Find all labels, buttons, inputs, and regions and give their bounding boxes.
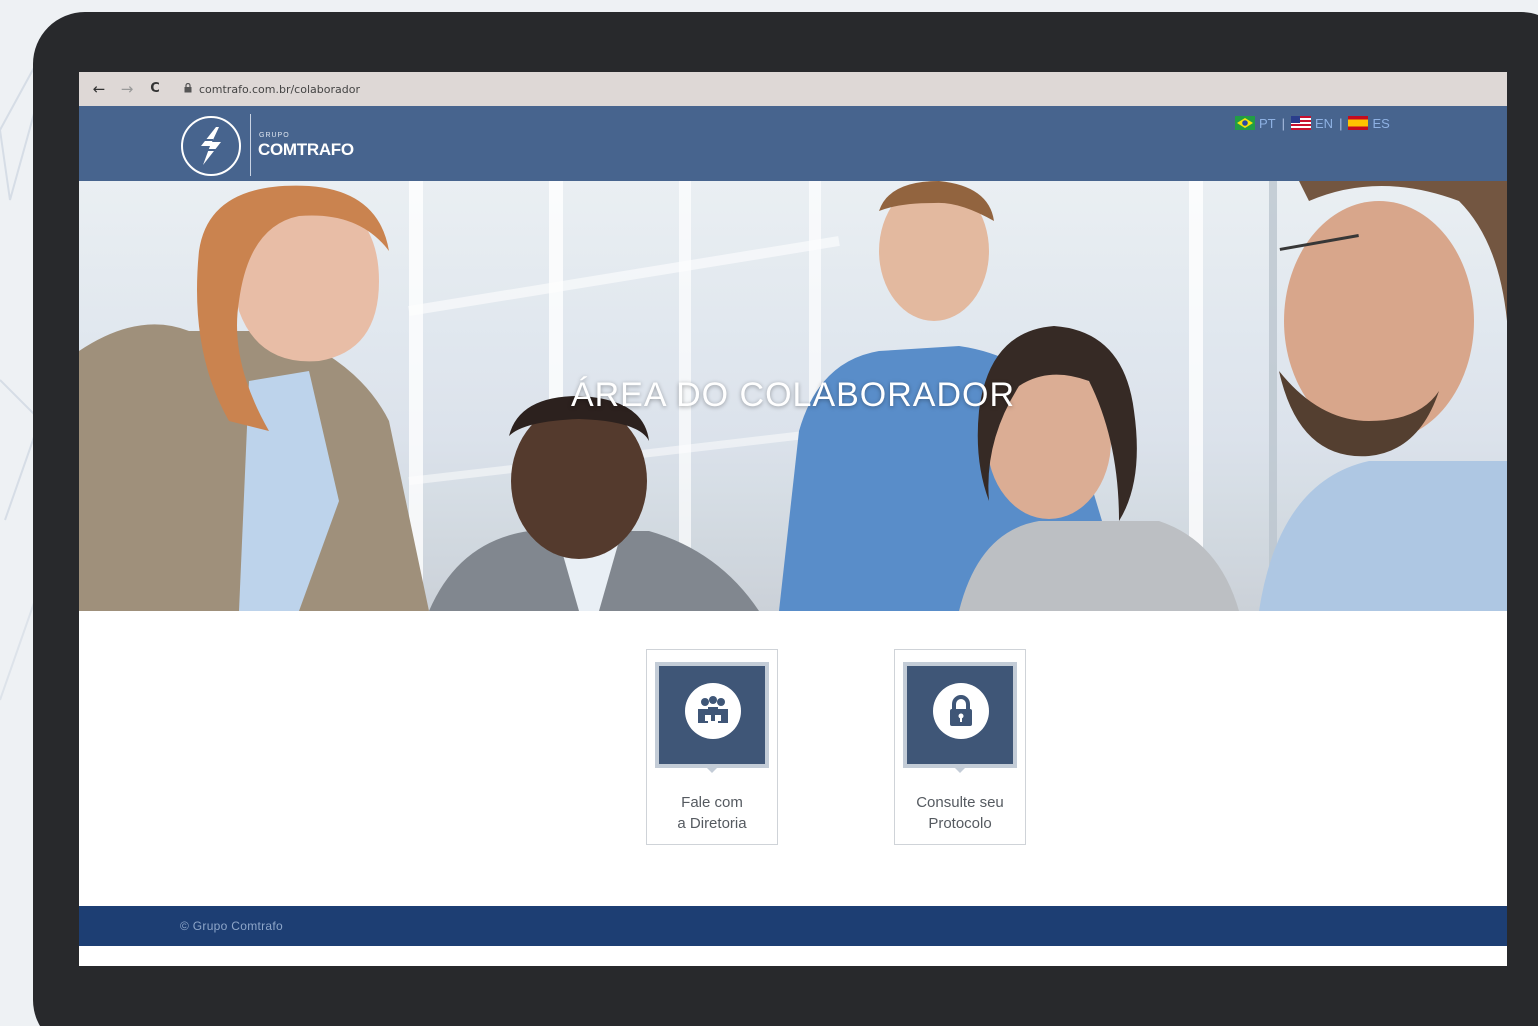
back-arrow-icon[interactable]: ← [85,72,113,106]
language-separator: | [1339,115,1343,131]
card-label: Fale com a Diretoria [647,792,777,834]
language-separator: | [1281,115,1286,131]
logo-company-name[interactable]: COMTRAFO [258,140,354,160]
card-consulte-protocolo[interactable]: Consulte seu Protocolo [894,649,1026,845]
site-footer: © Grupo Comtrafo [79,906,1507,946]
url-text: comtrafo.com.br/colaborador [199,82,360,96]
browser-toolbar: ← → C comtrafo.com.br/colaborador [79,72,1507,106]
padlock-icon [933,683,989,739]
logo-group-label: GRUPO [259,132,290,139]
card-label-line1: Consulte seu [916,794,1004,811]
site-header: GRUPO COMTRAFO PT | EN | ES [79,106,1507,181]
card-fale-com-diretoria[interactable]: Fale com a Diretoria [646,649,778,845]
language-pt[interactable]: PT [1235,116,1276,131]
lock-icon [177,82,199,96]
card-icon-box [655,662,769,768]
comtrafo-logo-icon[interactable] [181,116,241,176]
card-pointer [705,766,719,773]
language-es-label: ES [1372,115,1390,131]
forward-arrow-icon[interactable]: → [113,72,141,106]
hero-banner: ÁREA DO COLABORADOR [79,181,1507,611]
meeting-people-icon [685,683,741,739]
usa-flag-icon [1291,116,1312,130]
laptop-screen: ← → C comtrafo.com.br/colaborador GRUPO … [79,72,1507,966]
card-icon-box [903,662,1017,768]
language-switcher: PT | EN | ES [1235,114,1390,132]
card-label: Consulte seu Protocolo [895,792,1025,834]
footer-copyright: © Grupo Comtrafo [180,919,284,933]
logo-divider [250,114,251,176]
language-es[interactable]: ES [1348,115,1390,131]
address-bar[interactable]: comtrafo.com.br/colaborador [177,78,1377,100]
hero-title: ÁREA DO COLABORADOR [570,376,1016,414]
language-pt-label: PT [1259,115,1276,131]
reload-icon[interactable]: C [141,72,169,106]
brazil-flag-icon [1235,116,1255,130]
spain-flag-icon [1348,116,1369,130]
language-en[interactable]: EN [1291,116,1333,131]
language-en-label: EN [1315,115,1334,131]
card-label-line1: Fale com [681,794,743,811]
card-label-line2: a Diretoria [677,815,747,832]
card-label-line2: Protocolo [928,815,992,832]
card-pointer [953,766,967,773]
